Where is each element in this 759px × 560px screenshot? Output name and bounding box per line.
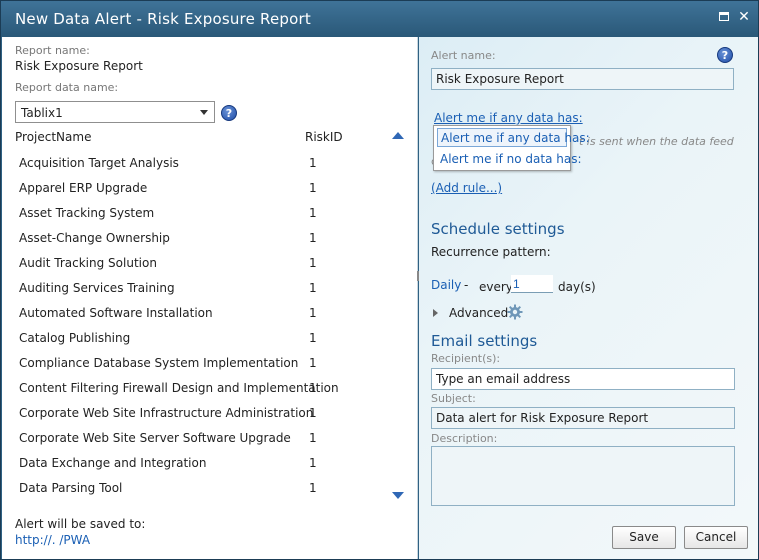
risk-id-cell: 1: [309, 281, 317, 295]
column-header-riskid[interactable]: RiskID: [305, 130, 343, 144]
table-row[interactable]: Corporate Web Site Infrastructure Admini…: [2, 401, 418, 426]
chevron-down-icon: [200, 110, 208, 115]
every-days-input[interactable]: [511, 275, 553, 293]
recurrence-daily-link[interactable]: Daily: [431, 278, 461, 292]
subject-input[interactable]: Data alert for Risk Exposure Report: [431, 407, 735, 429]
project-name-cell: Catalog Publishing: [19, 331, 131, 345]
alert-name-label: Alert name:: [431, 49, 496, 62]
risk-id-cell: 1: [309, 156, 317, 170]
menu-item-any-data[interactable]: Alert me if any data has:: [437, 128, 590, 147]
project-name-cell: Acquisition Target Analysis: [19, 156, 179, 170]
saved-to-link[interactable]: http://. /PWA: [15, 533, 90, 547]
table-row[interactable]: Acquisition Target Analysis 1: [2, 151, 418, 176]
alert-condition-link[interactable]: Alert me if any data has:: [434, 111, 583, 125]
cancel-button[interactable]: Cancel: [684, 526, 748, 549]
data-table: Acquisition Target Analysis 1 Apparel ERP …: [2, 151, 418, 501]
report-data-name-select[interactable]: Tablix1: [15, 101, 215, 123]
recipients-input[interactable]: Type an email address: [431, 368, 735, 390]
report-name-label: Report name:: [15, 44, 90, 57]
table-row[interactable]: Catalog Publishing 1: [2, 326, 418, 351]
close-icon[interactable]: ✕: [737, 10, 751, 24]
report-data-name-label: Report data name:: [15, 81, 119, 94]
table-row[interactable]: Auditing Services Training 1: [2, 276, 418, 301]
risk-id-cell: 1: [309, 331, 317, 345]
recurrence-dash: -: [464, 278, 469, 292]
table-row[interactable]: Automated Software Installation 1: [2, 301, 418, 326]
project-name-cell: Asset-Change Ownership: [19, 231, 170, 245]
subject-label: Subject:: [431, 392, 476, 405]
expand-arrow-icon[interactable]: [433, 309, 438, 317]
help-icon[interactable]: ?: [221, 105, 237, 121]
risk-id-cell: 1: [309, 256, 317, 270]
schedule-settings-heading: Schedule settings: [431, 220, 565, 238]
project-name-cell: Corporate Web Site Infrastructure Admini…: [19, 406, 314, 420]
risk-id-cell: 1: [309, 406, 317, 420]
project-name-cell: Data Exchange and Integration: [19, 456, 207, 470]
risk-id-cell: 1: [309, 306, 317, 320]
table-row[interactable]: Audit Tracking Solution 1: [2, 251, 418, 276]
risk-id-cell: 1: [309, 231, 317, 245]
description-label: Description:: [431, 432, 498, 445]
project-name-cell: Audit Tracking Solution: [19, 256, 157, 270]
risk-id-cell: 1: [309, 431, 317, 445]
every-label: every: [479, 280, 513, 294]
days-unit-label: day(s): [558, 280, 596, 294]
recipients-label: Recipient(s):: [431, 352, 501, 365]
menu-item-no-data[interactable]: Alert me if no data has:: [437, 150, 582, 169]
project-name-cell: Apparel ERP Upgrade: [19, 181, 148, 195]
gear-icon[interactable]: [507, 304, 523, 320]
maximize-icon[interactable]: [717, 10, 731, 24]
table-row[interactable]: Asset Tracking System 1: [2, 201, 418, 226]
table-row[interactable]: Asset-Change Ownership 1: [2, 226, 418, 251]
table-row[interactable]: Apparel ERP Upgrade 1: [2, 176, 418, 201]
save-button[interactable]: Save: [612, 526, 676, 549]
scroll-up-icon[interactable]: [392, 132, 404, 139]
project-name-cell: Corporate Web Site Server Software Upgra…: [19, 431, 291, 445]
email-settings-heading: Email settings: [431, 332, 538, 350]
add-rule-link[interactable]: (Add rule...): [431, 181, 502, 195]
advanced-toggle[interactable]: Advanced: [449, 306, 508, 320]
alert-description-text: t is sent when the data feed: [579, 135, 734, 148]
alert-condition-menu: Alert me if any data has: Alert me if no…: [433, 125, 590, 171]
saved-to-label: Alert will be saved to:: [15, 517, 146, 531]
table-row[interactable]: Data Exchange and Integration 1: [2, 451, 418, 476]
title-bar: New Data Alert - Risk Exposure Report ✕: [1, 1, 758, 37]
project-name-cell: Data Parsing Tool: [19, 481, 123, 495]
data-alert-dialog: New Data Alert - Risk Exposure Report ✕ …: [0, 0, 759, 560]
risk-id-cell: 1: [309, 356, 317, 370]
alert-name-input[interactable]: Risk Exposure Report: [431, 68, 734, 90]
risk-id-cell: 1: [309, 206, 317, 220]
description-textarea[interactable]: [431, 446, 735, 506]
dialog-title: New Data Alert - Risk Exposure Report: [15, 10, 311, 28]
report-data-name-value: Tablix1: [21, 106, 63, 120]
table-row[interactable]: Content Filtering Firewall Design and Im…: [2, 376, 418, 401]
table-row[interactable]: Compliance Database System Implementatio…: [2, 351, 418, 376]
project-name-cell: Content Filtering Firewall Design and Im…: [19, 381, 339, 395]
table-row[interactable]: Corporate Web Site Server Software Upgra…: [2, 426, 418, 451]
project-name-cell: Automated Software Installation: [19, 306, 213, 320]
help-icon[interactable]: ?: [717, 47, 733, 63]
scroll-down-icon[interactable]: [392, 492, 404, 499]
column-header-projectname[interactable]: ProjectName: [15, 130, 91, 144]
table-row[interactable]: Data Parsing Tool 1: [2, 476, 418, 501]
risk-id-cell: 1: [309, 481, 317, 495]
report-name-value: Risk Exposure Report: [15, 59, 143, 73]
report-data-pane: Report name: Risk Exposure Report Report…: [2, 37, 418, 559]
risk-id-cell: 1: [309, 456, 317, 470]
project-name-cell: Compliance Database System Implementatio…: [19, 356, 299, 370]
risk-id-cell: 1: [309, 181, 317, 195]
project-name-cell: Auditing Services Training: [19, 281, 175, 295]
project-name-cell: Asset Tracking System: [19, 206, 155, 220]
recurrence-pattern-label: Recurrence pattern:: [431, 245, 551, 259]
alert-settings-pane: Alert name: ? Risk Exposure Report Alert…: [419, 37, 758, 559]
risk-id-cell: 1: [309, 381, 317, 395]
